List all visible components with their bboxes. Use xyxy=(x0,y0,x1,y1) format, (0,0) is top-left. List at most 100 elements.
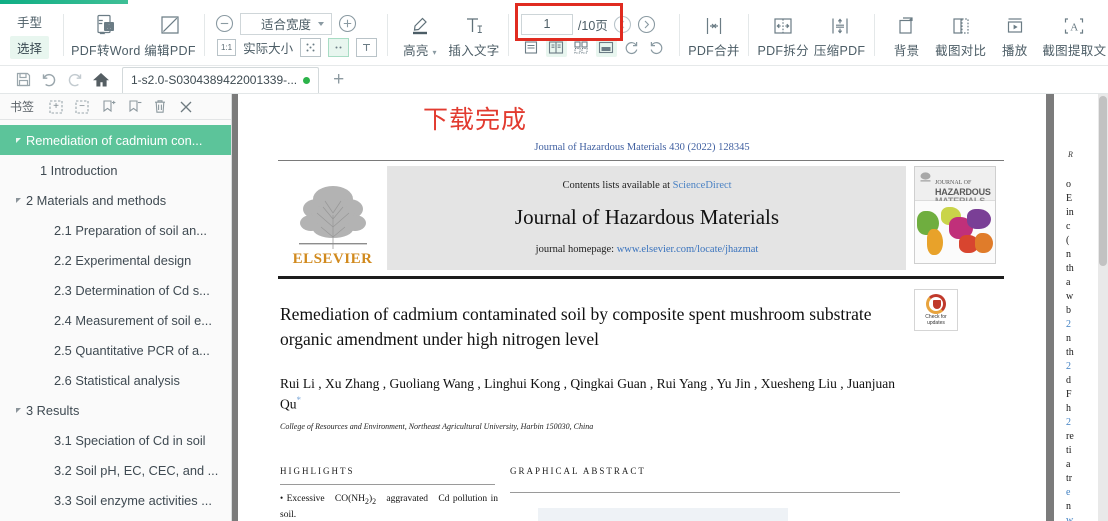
screenshot-ocr-button[interactable]: A 截图提取文 xyxy=(1041,4,1108,65)
expand-all-icon[interactable]: + xyxy=(44,96,68,118)
marker-icon xyxy=(408,11,432,37)
pdf-reader-window: 手型 选择 W PDF转Word 编辑PDF 适合宽度 1:1 实际大小 高亮 … xyxy=(0,0,1108,521)
bookmark-item-label: 3.2 Soil pH, EC, CEC, and ... xyxy=(54,462,219,478)
bookmark-item[interactable]: 2.3 Determination of Cd s... xyxy=(0,275,231,305)
home-icon[interactable] xyxy=(88,67,114,93)
expand-arrow-icon[interactable] xyxy=(10,137,26,143)
zoom-level-select[interactable]: 适合宽度 xyxy=(240,12,333,35)
bookmark-item[interactable]: 2.6 Statistical analysis xyxy=(0,365,231,395)
actual-size-button[interactable]: 实际大小 xyxy=(243,38,293,57)
bookmark-item-label: 2.4 Measurement of soil e... xyxy=(54,312,212,328)
undo-icon[interactable] xyxy=(36,67,62,93)
bookmark-list[interactable]: Remediation of cadmium con... 1 Introduct… xyxy=(0,120,231,521)
bookmark-item[interactable]: 3.3 Soil enzyme activities ... xyxy=(0,485,231,515)
check-for-updates-badge[interactable]: Check for updates xyxy=(914,289,958,331)
add-bookmark-icon[interactable] xyxy=(96,96,120,118)
page2-text-line: n xyxy=(1066,501,1071,512)
bookmark-item[interactable]: 2.2 Experimental design xyxy=(0,245,231,275)
bookmark-item[interactable]: 2.4 Measurement of soil e... xyxy=(0,305,231,335)
highlights-heading: HIGHLIGHTS xyxy=(280,466,355,476)
bookmark-item[interactable]: 2.5 Quantitative PCR of a... xyxy=(0,335,231,365)
hand-tool-button[interactable]: 手型 xyxy=(10,10,49,33)
bookmark-item-label: 3.1 Speciation of Cd in soil xyxy=(54,432,206,448)
page2-text-line: ti xyxy=(1066,445,1072,456)
vertical-scrollbar[interactable] xyxy=(1098,94,1108,521)
pdf-page-1: 下载完成 Journal of Hazardous Materials 430 … xyxy=(238,94,1046,521)
scrollbar-thumb[interactable] xyxy=(1099,96,1107,266)
view-grid-page-button[interactable] xyxy=(571,38,592,57)
bookmark-item-label: 3.3 Soil enzyme activities ... xyxy=(54,492,212,508)
collapse-all-icon[interactable]: − xyxy=(70,96,94,118)
play-icon xyxy=(1003,11,1027,37)
contents-prefix: Contents lists available at xyxy=(562,180,673,191)
page-number-input[interactable] xyxy=(520,13,573,35)
pdf-merge-button[interactable]: PDF合并 xyxy=(686,4,742,65)
word-convert-icon: W xyxy=(94,11,118,37)
rotate-clockwise-button[interactable] xyxy=(621,38,642,57)
expand-arrow-icon[interactable] xyxy=(10,197,26,203)
highlight-bullet-text: Excessive CO(NH2)2 aggravated Cd polluti… xyxy=(280,494,499,520)
remove-bookmark-icon[interactable] xyxy=(122,96,146,118)
play-label: 播放 xyxy=(1001,43,1028,58)
fit-page-view-button[interactable] xyxy=(328,37,350,57)
pdf-split-button[interactable]: PDF拆分 xyxy=(755,4,811,65)
edit-pdf-button[interactable]: 编辑PDF xyxy=(142,4,198,65)
paper-authors: Rui Li , Xu Zhang , Guoliang Wang , Ling… xyxy=(280,374,896,415)
journal-homepage-link[interactable]: www.elsevier.com/locate/jhazmat xyxy=(617,244,759,255)
document-tab-label: 1-s2.0-S0304389422001339-... xyxy=(131,73,298,87)
insert-text-button[interactable]: 插入文字 xyxy=(446,4,502,65)
expand-arrow-icon[interactable] xyxy=(10,407,26,413)
page2-text-line: ( xyxy=(1066,235,1070,246)
page-navigation-group: /10页 xyxy=(514,3,673,65)
redo-icon[interactable] xyxy=(62,67,88,93)
save-icon[interactable] xyxy=(10,67,36,93)
bookmark-item[interactable]: 2.1 Preparation of soil an... xyxy=(0,215,231,245)
bookmark-item[interactable]: 3.1 Speciation of Cd in soil xyxy=(0,425,231,455)
view-single-page-button[interactable] xyxy=(521,38,542,57)
page2-text-line: 2 xyxy=(1066,417,1071,428)
background-button[interactable]: 背景 xyxy=(881,4,933,65)
chevron-down-icon xyxy=(318,21,325,26)
bookmark-item[interactable]: 3.2 Soil pH, EC, CEC, and ... xyxy=(0,455,231,485)
play-button[interactable]: 播放 xyxy=(989,4,1041,65)
page2-text-line: th xyxy=(1066,263,1074,274)
page2-text-line: h xyxy=(1066,403,1071,414)
view-continuous-page-button[interactable] xyxy=(595,38,617,57)
zoom-in-button[interactable] xyxy=(338,14,357,33)
page2-running-head: R xyxy=(1068,150,1073,159)
bookmark-item-label: 2.5 Quantitative PCR of a... xyxy=(54,342,210,358)
bookmark-item[interactable]: 3 Results xyxy=(0,395,231,425)
rotate-counterclockwise-button[interactable] xyxy=(646,38,667,57)
bookmark-item[interactable]: 2 Materials and methods xyxy=(0,185,231,215)
highlight-button[interactable]: 高亮 ▾ xyxy=(394,4,446,65)
bookmark-item[interactable]: Remediation of cadmium con... xyxy=(0,125,231,155)
highlights-rule xyxy=(280,484,495,485)
sciencedirect-link[interactable]: ScienceDirect xyxy=(673,180,732,191)
delete-icon[interactable] xyxy=(148,96,172,118)
chevron-down-icon[interactable]: ▾ xyxy=(432,48,436,57)
previous-page-button[interactable] xyxy=(613,15,632,34)
compress-pdf-button[interactable]: 压缩PDF xyxy=(811,4,867,65)
close-icon[interactable] xyxy=(174,96,198,118)
screenshot-compare-button[interactable]: 截图对比 xyxy=(933,4,989,65)
bookmark-item-label: Remediation of cadmium con... xyxy=(26,132,203,148)
next-page-button[interactable] xyxy=(637,15,656,34)
split-icon xyxy=(771,11,795,37)
select-tool-button[interactable]: 选择 xyxy=(10,36,50,59)
single-page-view-button[interactable] xyxy=(300,37,322,57)
zoom-out-button[interactable] xyxy=(215,14,234,33)
page2-text-line: a xyxy=(1066,277,1071,288)
pdf-to-word-button[interactable]: W PDF转Word xyxy=(70,4,142,65)
one-to-one-icon[interactable]: 1:1 xyxy=(217,38,237,56)
page2-text-line: b xyxy=(1066,305,1071,316)
new-tab-button[interactable]: + xyxy=(329,70,348,89)
ribbon-toolbar: 手型 选择 W PDF转Word 编辑PDF 适合宽度 1:1 实际大小 高亮 … xyxy=(0,3,1108,66)
compress-icon xyxy=(828,11,852,37)
view-two-page-button[interactable] xyxy=(545,38,567,57)
bookmark-item[interactable]: 1 Introduction xyxy=(0,155,231,185)
zoom-controls-group: 适合宽度 1:1 实际大小 xyxy=(211,4,381,65)
divider xyxy=(508,13,509,56)
merge-icon xyxy=(702,11,726,37)
text-select-mode-button[interactable] xyxy=(356,37,378,57)
document-tab[interactable]: 1-s2.0-S0304389422001339-... xyxy=(122,66,320,93)
